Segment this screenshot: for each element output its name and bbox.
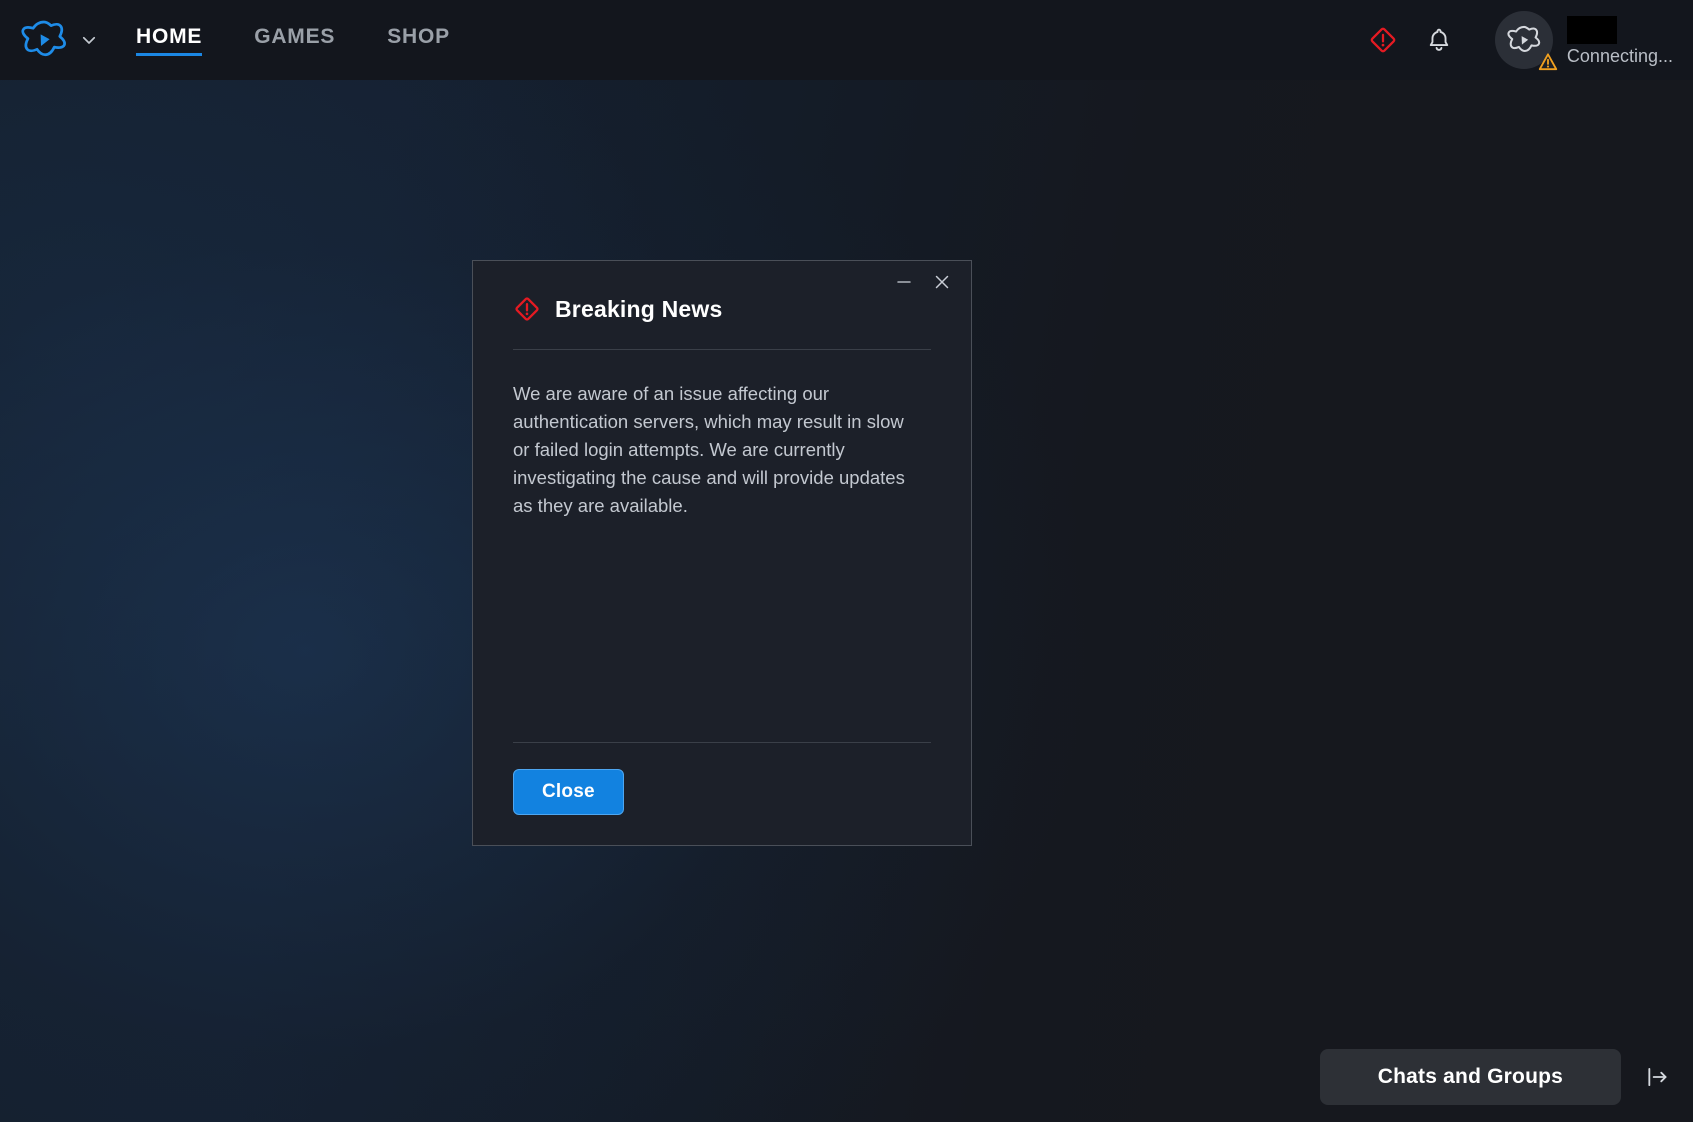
brand-menu-button[interactable] <box>20 16 98 64</box>
panel-expand-icon[interactable] <box>1643 1062 1673 1092</box>
chats-and-groups-button[interactable]: Chats and Groups <box>1319 1049 1621 1105</box>
account-username-redacted <box>1566 15 1617 44</box>
alert-diamond-icon[interactable] <box>1361 18 1405 62</box>
connection-status: Connecting... <box>1566 45 1673 66</box>
dialog-title: Breaking News <box>555 295 723 322</box>
close-icon[interactable] <box>923 267 961 297</box>
chevron-down-icon[interactable] <box>68 31 98 49</box>
avatar[interactable] <box>1494 11 1558 71</box>
dialog-titlebar[interactable] <box>473 261 971 297</box>
close-button[interactable]: Close <box>513 769 624 815</box>
bell-icon[interactable] <box>1417 18 1461 62</box>
nav-item-home[interactable]: HOME <box>136 25 203 56</box>
warning-triangle-icon <box>1537 51 1559 73</box>
dialog-message: We are aware of an issue affecting our a… <box>513 383 905 517</box>
nav-item-shop[interactable]: SHOP <box>387 25 450 56</box>
top-navigation-bar: HOME GAMES SHOP Connecting... <box>0 0 1693 80</box>
alert-diamond-icon <box>513 295 555 323</box>
battlenet-app-window: HOME GAMES SHOP Connecting... Breaking N… <box>0 0 1693 1122</box>
breaking-news-dialog: Breaking News We are aware of an issue a… <box>472 260 972 846</box>
nav-item-games[interactable]: GAMES <box>254 25 335 56</box>
dialog-footer: Close <box>473 743 971 845</box>
dialog-body: We are aware of an issue affecting our a… <box>473 350 971 742</box>
topbar-actions: Connecting... <box>1349 0 1693 80</box>
chats-and-groups-bar: Chats and Groups <box>1319 1032 1693 1122</box>
account-menu-button[interactable]: Connecting... <box>1494 11 1673 71</box>
minimize-icon[interactable] <box>885 267 923 297</box>
battlenet-logo-icon[interactable] <box>20 16 68 64</box>
main-nav: HOME GAMES SHOP <box>136 0 502 80</box>
dialog-header: Breaking News <box>473 295 971 323</box>
account-text: Connecting... <box>1566 15 1673 66</box>
